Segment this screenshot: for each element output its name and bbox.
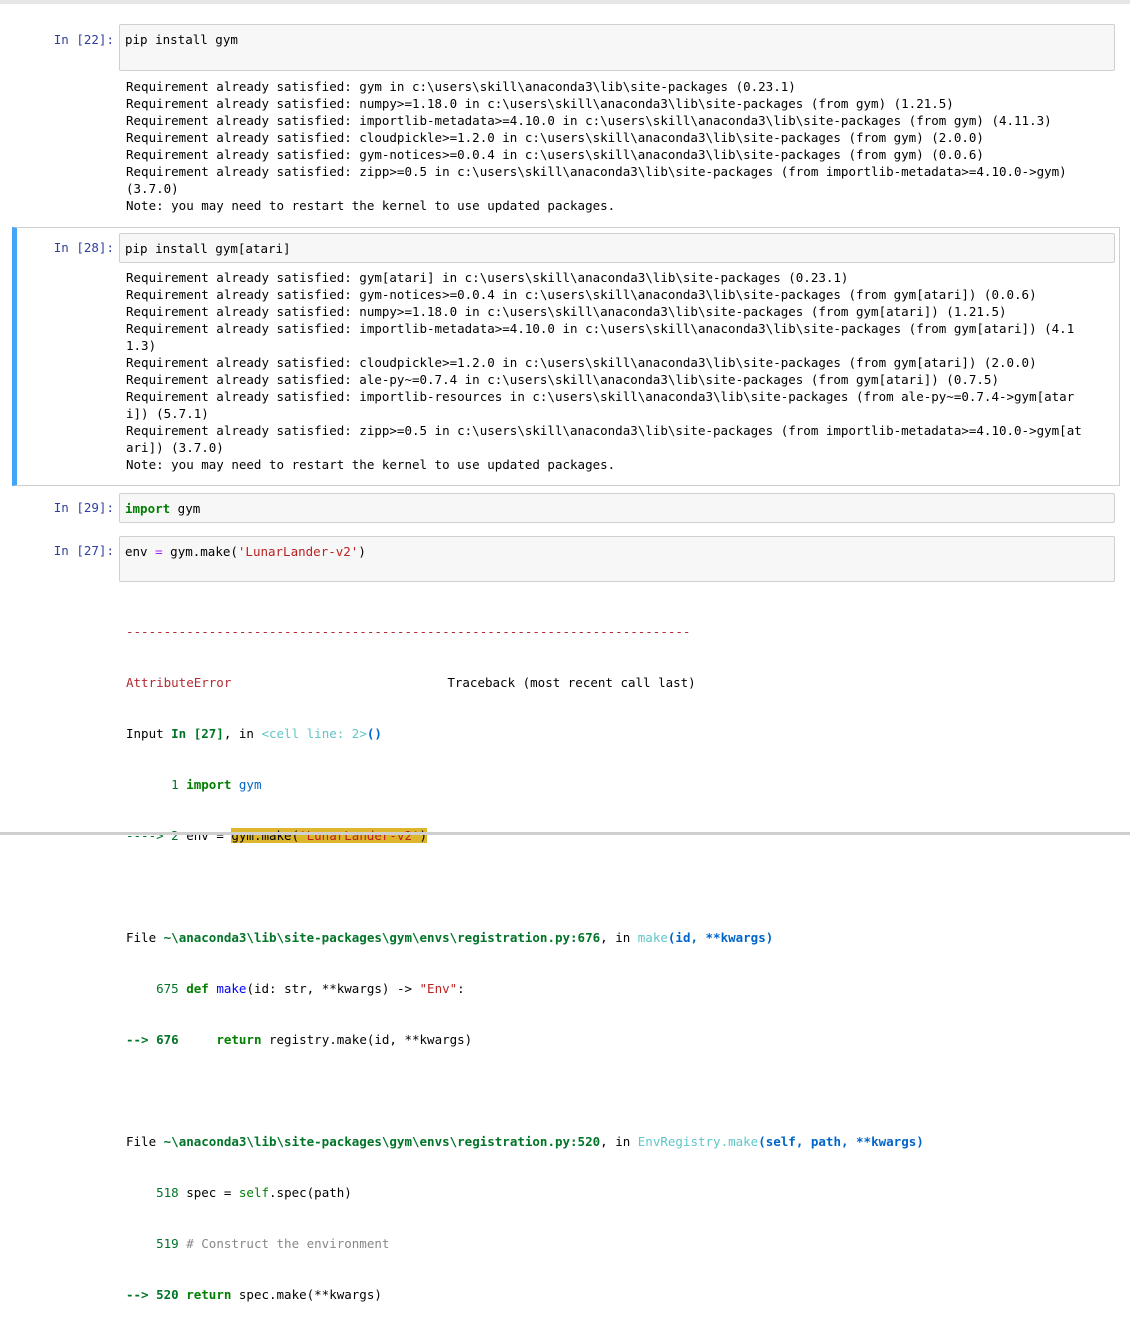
function-def-name: make xyxy=(208,981,247,996)
output-line: Requirement already satisfied: gym in c:… xyxy=(126,79,796,94)
traceback-dashes: ----------------------------------------… xyxy=(126,624,691,639)
highlighted-call: gym.make('LunarLander-v2') xyxy=(231,828,428,843)
code-string: 'LunarLander-v2' xyxy=(299,828,420,843)
output-line: Requirement already satisfied: gym-notic… xyxy=(126,287,1037,302)
code-close-paren: ) xyxy=(358,544,366,559)
output-line: Note: you may need to restart the kernel… xyxy=(126,457,616,472)
code: : xyxy=(457,981,465,996)
code-input[interactable]: pip install gym[atari] xyxy=(119,233,1115,263)
error-arrow: ----> 2 xyxy=(126,828,187,843)
output-line: 1.3) xyxy=(126,338,157,353)
code-input[interactable]: env = gym.make('LunarLander-v2') xyxy=(119,536,1115,582)
code-operator: = xyxy=(155,544,163,559)
keyword: return xyxy=(186,1287,232,1302)
input-prompt: In [28]: xyxy=(53,240,114,255)
file-label: File xyxy=(126,1134,164,1149)
code-string: 'LunarLander-v2' xyxy=(237,544,359,559)
in-label: , in xyxy=(600,1134,638,1149)
file-path: ~\anaconda3\lib\site-packages\gym\envs\r… xyxy=(163,1134,601,1149)
output-line: Requirement already satisfied: numpy>=1.… xyxy=(126,96,954,111)
traceback-code-line-1: 1 import gym xyxy=(126,776,1106,793)
cell-output: Requirement already satisfied: gym in c:… xyxy=(126,78,1106,214)
cell-paren: () xyxy=(366,726,382,741)
output-line: ari]) (3.7.0) xyxy=(126,440,224,455)
error-arrow: --> 520 xyxy=(126,1287,187,1302)
output-line: Requirement already satisfied: numpy>=1.… xyxy=(126,304,1007,319)
function-name: EnvRegistry.make xyxy=(637,1134,759,1149)
output-line: Requirement already satisfied: zipp>=0.5… xyxy=(126,423,1082,438)
output-line: Requirement already satisfied: ale-py~=0… xyxy=(126,372,999,387)
traceback-frame-2-line-518: 518 spec = self.spec(path) xyxy=(126,1184,1106,1201)
line-number: 518 xyxy=(126,1185,187,1200)
cell-output: Requirement already satisfied: gym[atari… xyxy=(126,269,1106,473)
output-line: Requirement already satisfied: cloudpick… xyxy=(126,355,1037,370)
code-string: "Env" xyxy=(419,981,458,996)
output-line: Requirement already satisfied: importlib… xyxy=(126,389,1075,404)
output-line: Note: you may need to restart the kernel… xyxy=(126,198,616,213)
notebook-top-border xyxy=(0,0,1130,4)
in-label: , in xyxy=(600,930,638,945)
file-label: File xyxy=(126,930,164,945)
traceback-output: ----------------------------------------… xyxy=(126,589,1106,1337)
traceback-frame-2-line-520: --> 520 return spec.make(**kwargs) xyxy=(126,1286,1106,1303)
code-text: gym xyxy=(170,501,201,516)
code: ) xyxy=(419,828,428,843)
code-comment: # Construct the environment xyxy=(186,1236,390,1251)
output-line: i]) (5.7.1) xyxy=(126,406,209,421)
line-number: 519 xyxy=(126,1236,187,1251)
output-line: Requirement already satisfied: cloudpick… xyxy=(126,130,984,145)
code: gym xyxy=(231,777,262,792)
keyword-self: self xyxy=(238,1185,270,1200)
input-in: , in xyxy=(223,726,262,741)
function-args: (self, path, **kwargs) xyxy=(758,1134,924,1149)
error-name: AttributeError xyxy=(126,675,232,690)
code: (id: str, **kwargs) -> xyxy=(246,981,420,996)
output-line: (3.7.0) xyxy=(126,181,179,196)
traceback-frame-1-line-675: 675 def make(id: str, **kwargs) -> "Env"… xyxy=(126,980,1106,997)
input-prompt: In [29]: xyxy=(53,500,114,515)
input-ref: In [27] xyxy=(171,726,224,741)
error-arrow: --> 676 xyxy=(126,1032,187,1047)
input-prompt: In [22]: xyxy=(53,32,114,47)
line-number: 1 xyxy=(126,777,187,792)
code-text: pip install gym xyxy=(125,32,238,47)
code-var: env xyxy=(125,544,156,559)
code: gym.make( xyxy=(231,828,300,843)
code: env = xyxy=(186,828,232,843)
code-input[interactable]: import gym xyxy=(119,493,1115,523)
code: spec = xyxy=(186,1185,239,1200)
keyword: return xyxy=(186,1032,262,1047)
code: .spec(path) xyxy=(269,1185,352,1200)
cell-line: <cell line: 2> xyxy=(261,726,367,741)
function-args: (id, **kwargs) xyxy=(667,930,774,945)
code: registry.make(id, **kwargs) xyxy=(261,1032,473,1047)
output-line: Requirement already satisfied: gym-notic… xyxy=(126,147,984,162)
code-text: pip install gym[atari] xyxy=(125,241,291,256)
code-call: gym.make( xyxy=(162,544,238,559)
code-input[interactable]: pip install gym xyxy=(119,24,1115,71)
keyword: import xyxy=(186,777,232,792)
code: spec.make(**kwargs) xyxy=(231,1287,382,1302)
traceback-header: Traceback (most recent call last) xyxy=(447,675,696,690)
traceback-frame-1-line-676: --> 676 return registry.make(id, **kwarg… xyxy=(126,1031,1106,1048)
function-name: make xyxy=(637,930,668,945)
line-number: 675 xyxy=(126,981,187,996)
traceback-header-line: AttributeError Traceback (most recent cal… xyxy=(126,674,1106,691)
input-label: Input xyxy=(126,726,172,741)
keyword-import: import xyxy=(125,501,171,516)
traceback-frame-1: File ~\anaconda3\lib\site-packages\gym\e… xyxy=(126,929,1106,946)
output-line: Requirement already satisfied: gym[atari… xyxy=(126,270,849,285)
output-line: Requirement already satisfied: zipp>=0.5… xyxy=(126,164,1067,179)
output-line: Requirement already satisfied: importlib… xyxy=(126,113,1052,128)
traceback-frame-2: File ~\anaconda3\lib\site-packages\gym\e… xyxy=(126,1133,1106,1150)
traceback-frame-2-line-519: 519 # Construct the environment xyxy=(126,1235,1106,1252)
input-prompt: In [27]: xyxy=(53,543,114,558)
traceback-code-line-2: ----> 2 env = gym.make('LunarLander-v2') xyxy=(126,827,1106,844)
file-path: ~\anaconda3\lib\site-packages\gym\envs\r… xyxy=(163,930,601,945)
traceback-input-line: Input In [27], in <cell line: 2>() xyxy=(126,725,1106,742)
keyword: def xyxy=(186,981,209,996)
output-line: Requirement already satisfied: importlib… xyxy=(126,321,1075,336)
